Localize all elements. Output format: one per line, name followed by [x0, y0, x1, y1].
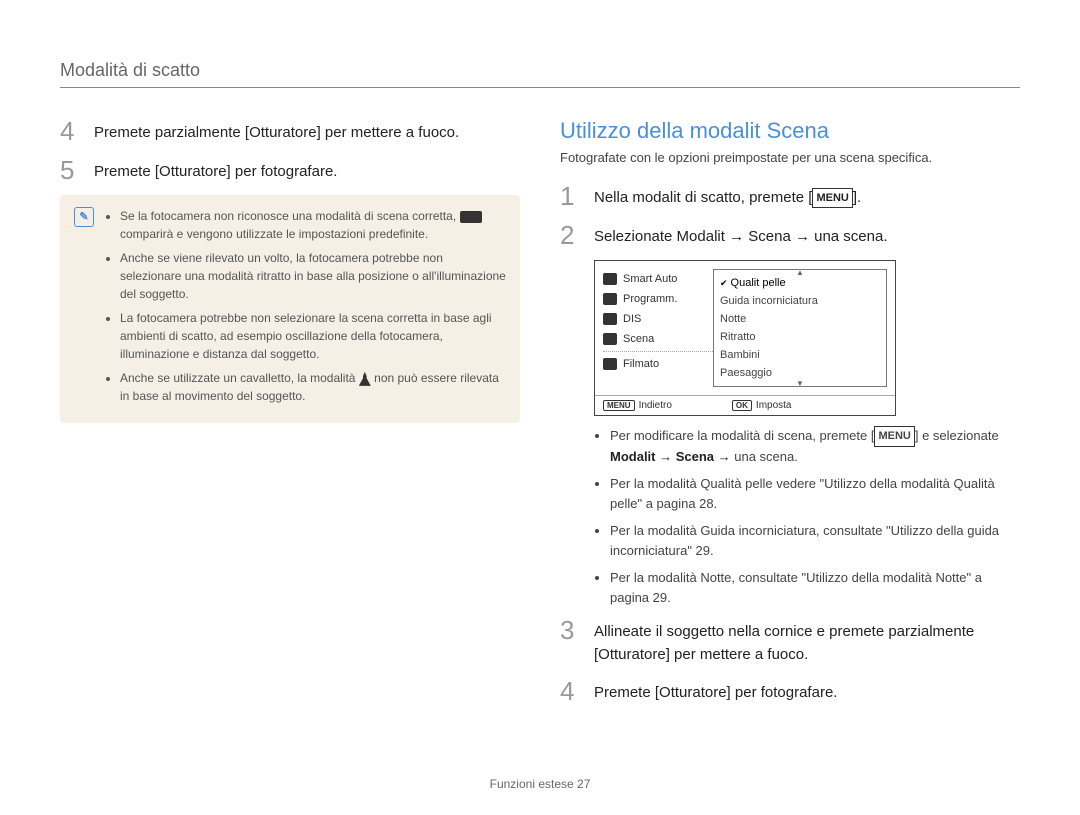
- step-2-right: 2 Selezionate Modalit → Scena → una scen…: [560, 222, 1020, 249]
- step-4-left: 4 Premete parzialmente [Otturatore] per …: [60, 118, 520, 145]
- lcd-mode-row: Smart Auto: [603, 269, 713, 289]
- step-text: Nella modalit di scatto, premete [MENU].: [594, 183, 861, 210]
- note-item: La fotocamera potrebbe non selezionare l…: [120, 309, 506, 363]
- step-1-right: 1 Nella modalit di scatto, premete [MENU…: [560, 183, 1020, 210]
- step-number: 2: [560, 222, 582, 249]
- page: Modalità di scatto 4 Premete parzialment…: [0, 0, 1080, 815]
- bullet-item: Per la modalità Guida incorniciatura, co…: [610, 521, 1020, 560]
- right-column: Utilizzo della modalit Scena Fotografate…: [560, 118, 1020, 717]
- note-icon: ✎: [74, 207, 94, 227]
- mode-icon: [603, 333, 617, 345]
- note-item: Anche se utilizzate un cavalletto, la mo…: [120, 369, 506, 405]
- lcd-scene-row: Guida incorniciatura: [720, 292, 880, 310]
- footer-label: Funzioni estese: [490, 777, 574, 791]
- columns: 4 Premete parzialmente [Otturatore] per …: [60, 118, 1020, 717]
- smart-icon: [460, 211, 482, 223]
- lcd-screen: Smart Auto Programm. DIS Scena Filmato ▲…: [594, 260, 896, 416]
- lcd-mode-row: Scena: [603, 329, 713, 349]
- lcd-mode-row: Filmato: [603, 354, 713, 374]
- chevron-up-icon: ▲: [796, 268, 804, 277]
- lcd-footer: MENU Indietro OK Imposta: [595, 395, 895, 415]
- menu-badge: MENU: [812, 188, 852, 209]
- step-text: Selezionate Modalit → Scena → una scena.: [594, 222, 888, 249]
- bullet-item: Per modificare la modalità di scena, pre…: [610, 426, 1020, 466]
- mode-icon: [603, 293, 617, 305]
- lcd-mode-row: Programm.: [603, 289, 713, 309]
- lcd-scene-row: Bambini: [720, 346, 880, 364]
- lcd-right-menu: ▲ ✔Qualit pelle Guida incorniciatura Not…: [713, 269, 887, 387]
- menu-badge: MENU: [874, 426, 914, 447]
- lcd-mode-row: DIS: [603, 309, 713, 329]
- step-5-left: 5 Premete [Otturatore] per fotografare.: [60, 157, 520, 184]
- ok-badge: OK: [732, 400, 752, 411]
- bullet-item: Per la modalità Qualità pelle vedere "Ut…: [610, 474, 1020, 513]
- sub-bullets: Per modificare la modalità di scena, pre…: [594, 426, 1020, 607]
- step-text: Allineate il soggetto nella cornice e pr…: [594, 617, 1020, 666]
- lcd-ok: OK Imposta: [732, 400, 792, 411]
- section-intro: Fotografate con le opzioni preimpostate …: [560, 150, 1020, 165]
- step-text: Premete parzialmente [Otturatore] per me…: [94, 118, 459, 145]
- lcd-scene-row: Notte: [720, 310, 880, 328]
- step-number: 5: [60, 157, 82, 184]
- section-header: Modalità di scatto: [60, 60, 1020, 88]
- note-item: Se la fotocamera non riconosce una modal…: [120, 207, 506, 243]
- bullet-item: Per la modalità Notte, consultate "Utili…: [610, 568, 1020, 607]
- mode-icon: [603, 313, 617, 325]
- lcd-left-menu: Smart Auto Programm. DIS Scena Filmato: [603, 269, 713, 387]
- step-number: 4: [560, 678, 582, 705]
- step-4-right: 4 Premete [Otturatore] per fotografare.: [560, 678, 1020, 705]
- left-column: 4 Premete parzialmente [Otturatore] per …: [60, 118, 520, 717]
- section-title: Utilizzo della modalit Scena: [560, 118, 1020, 144]
- lcd-body: Smart Auto Programm. DIS Scena Filmato ▲…: [595, 261, 895, 395]
- mode-icon: [603, 273, 617, 285]
- step-3-right: 3 Allineate il soggetto nella cornice e …: [560, 617, 1020, 666]
- mode-icon: [603, 358, 617, 370]
- step-number: 3: [560, 617, 582, 666]
- chevron-down-icon: ▼: [796, 379, 804, 388]
- check-icon: ✔: [720, 278, 728, 288]
- note-item: Anche se viene rilevato un volto, la fot…: [120, 249, 506, 303]
- menu-badge: MENU: [603, 400, 635, 411]
- note-box: ✎ Se la fotocamera non riconosce una mod…: [60, 195, 520, 423]
- note-list: Se la fotocamera non riconosce una modal…: [104, 207, 506, 411]
- lcd-back: MENU Indietro: [603, 400, 672, 411]
- person-icon: [359, 372, 371, 386]
- page-number: 27: [577, 777, 590, 791]
- step-number: 4: [60, 118, 82, 145]
- step-text: Premete [Otturatore] per fotografare.: [94, 157, 337, 184]
- step-number: 1: [560, 183, 582, 210]
- lcd-scene-row: Ritratto: [720, 328, 880, 346]
- lcd-separator: [603, 351, 713, 352]
- page-footer: Funzioni estese 27: [0, 777, 1080, 791]
- step-text: Premete [Otturatore] per fotografare.: [594, 678, 837, 705]
